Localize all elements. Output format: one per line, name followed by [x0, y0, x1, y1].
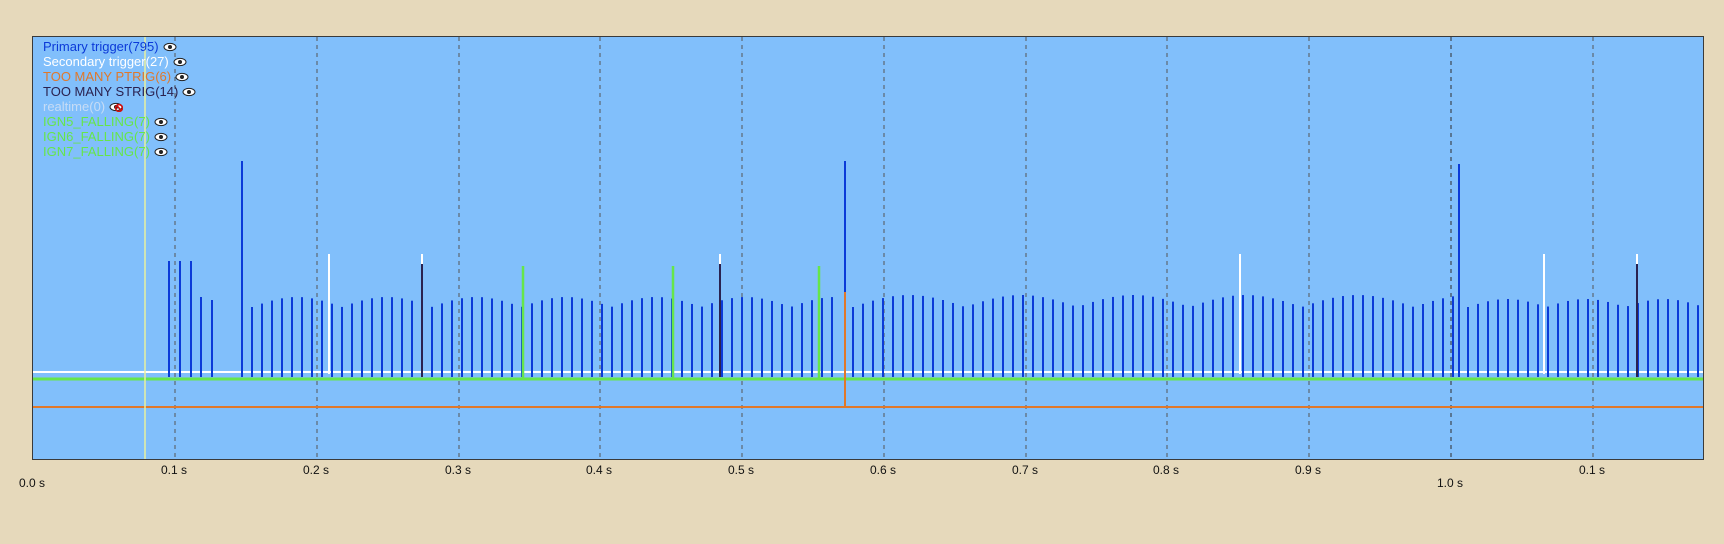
legend-item[interactable]: TOO MANY PTRIG(6) — [43, 69, 196, 84]
legend: Primary trigger(795) Secondary trigger(27… — [43, 39, 196, 159]
axis-major-label: 1.0 s — [1436, 476, 1464, 490]
eye-icon[interactable] — [154, 117, 168, 127]
legend-item[interactable]: IGN5_FALLING(7) — [43, 114, 196, 129]
legend-item[interactable]: realtime(0) — [43, 99, 196, 114]
axis-tick-label: 0.9 s — [1294, 463, 1322, 477]
trace-canvas[interactable] — [33, 37, 1704, 460]
legend-label: IGN7_FALLING(7) — [43, 144, 150, 159]
eye-icon[interactable] — [154, 147, 168, 157]
eye-icon[interactable] — [163, 42, 177, 52]
axis-tick-label: 0.1 s — [160, 463, 188, 477]
axis-tick-label: 0.2 s — [302, 463, 330, 477]
axis-tick-label: 0.8 s — [1152, 463, 1180, 477]
axis-tick-label: 0.3 s — [444, 463, 472, 477]
eye-icon[interactable] — [175, 72, 189, 82]
eye-icon[interactable] — [154, 132, 168, 142]
legend-label: IGN5_FALLING(7) — [43, 114, 150, 129]
axis-tick-label: 0.1 s — [1578, 463, 1606, 477]
legend-item[interactable]: Primary trigger(795) — [43, 39, 196, 54]
timeline-plot[interactable]: Primary trigger(795) Secondary trigger(27… — [32, 36, 1704, 460]
axis-tick-label: 0.4 s — [585, 463, 613, 477]
axis-start-label: 0.0 s — [18, 476, 46, 490]
axis-tick-label: 0.6 s — [869, 463, 897, 477]
legend-label: IGN6_FALLING(7) — [43, 129, 150, 144]
legend-item[interactable]: TOO MANY STRIG(14) — [43, 84, 196, 99]
legend-label: TOO MANY PTRIG(6) — [43, 69, 172, 84]
legend-label: Secondary trigger(27) — [43, 54, 169, 69]
eye-hidden-icon[interactable] — [109, 102, 124, 112]
legend-label: realtime(0) — [43, 99, 106, 114]
eye-icon[interactable] — [173, 57, 187, 67]
axis-tick-label: 0.5 s — [727, 463, 755, 477]
legend-item[interactable]: IGN6_FALLING(7) — [43, 129, 196, 144]
legend-item[interactable]: Secondary trigger(27) — [43, 54, 196, 69]
legend-label: TOO MANY STRIG(14) — [43, 84, 179, 99]
axis-tick-label: 0.7 s — [1011, 463, 1039, 477]
legend-label: Primary trigger(795) — [43, 39, 159, 54]
legend-item[interactable]: IGN7_FALLING(7) — [43, 144, 196, 159]
eye-icon[interactable] — [182, 87, 196, 97]
